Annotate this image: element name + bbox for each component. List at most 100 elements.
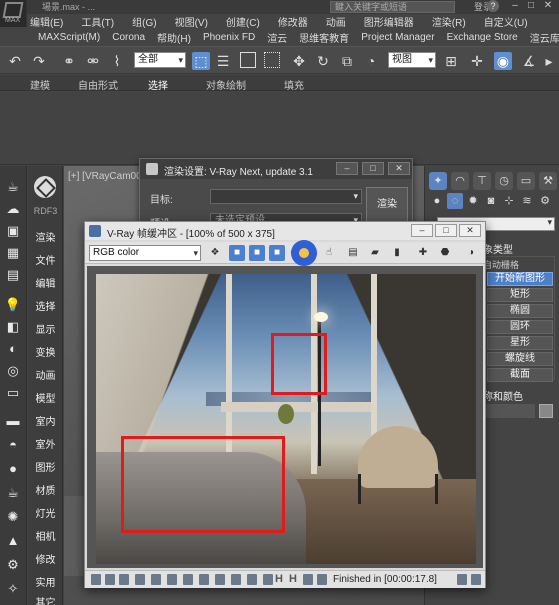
rdf-logo-icon[interactable] [34, 176, 56, 198]
reference-coord-select[interactable]: 视图 [388, 52, 436, 68]
green-channel-icon[interactable]: ■ [249, 245, 265, 261]
plugin-item-modify[interactable]: 修改 [30, 551, 61, 566]
load-icon[interactable]: ▰ [367, 245, 383, 261]
menu-phoenix[interactable]: Phoenix FD [203, 32, 255, 43]
rect-selection-icon[interactable] [240, 52, 256, 68]
status-tool-icon[interactable] [105, 574, 115, 585]
teapot-icon[interactable]: ☕ [4, 178, 22, 196]
place-icon[interactable]: ◔ [362, 52, 380, 70]
create-tab-icon[interactable]: ✦ [429, 172, 447, 190]
status-tool-icon[interactable] [317, 574, 327, 585]
helix-button[interactable]: 螺旋线 [487, 352, 553, 366]
section-button[interactable]: 截面 [487, 368, 553, 382]
fx-icon[interactable]: ✧ [4, 580, 22, 598]
vfb-close-icon[interactable]: ✕ [459, 224, 481, 237]
menu-xuanyun[interactable]: 渲云 [267, 30, 287, 45]
status-tool-icon[interactable] [119, 574, 129, 585]
autogrid-checkbox[interactable]: 自动栅格 [483, 258, 519, 271]
object-color-swatch[interactable] [539, 404, 553, 418]
hierarchy-tab-icon[interactable]: ⊤ [473, 172, 491, 190]
display-tab-icon[interactable]: ▭ [517, 172, 535, 190]
curve-icon[interactable]: ◐ [4, 340, 22, 358]
maximize-icon[interactable]: □ [524, 0, 538, 12]
sun-icon[interactable]: ✺ [4, 508, 22, 526]
search-input[interactable]: 鍵入关键字或短语 [330, 1, 455, 13]
flame-icon[interactable]: ▲ [4, 532, 22, 550]
plugin-item-animation[interactable]: 动画 [30, 367, 61, 382]
menu-xuanyun-lib[interactable]: 渲云库 [530, 30, 559, 45]
selection-filter-select[interactable]: 全部 [134, 52, 186, 68]
status-tool-icon[interactable] [91, 574, 101, 585]
ribbon-tab-populate[interactable]: 填充 [284, 77, 304, 92]
dome-icon[interactable]: ◓ [4, 436, 22, 454]
red-channel-icon[interactable]: ■ [229, 245, 245, 261]
plugin-item-material[interactable]: 材质 [30, 482, 61, 497]
render-setup-maximize-icon[interactable]: □ [362, 162, 384, 175]
plugin-item-model[interactable]: 模型 [30, 390, 61, 405]
render-setup-close-icon[interactable]: ✕ [388, 162, 410, 175]
monitor-icon[interactable]: ▣ [4, 222, 22, 240]
plugin-item-exterior[interactable]: 室外 [30, 436, 61, 451]
ribbon-tab-selection[interactable]: 选择 [148, 77, 168, 92]
status-tool-icon[interactable] [167, 574, 177, 585]
vfb-titlebar[interactable]: V-Ray 帧缓冲区 - [100% of 500 x 375] – □ ✕ [85, 222, 485, 240]
rectangle-button[interactable]: 矩形 [487, 288, 553, 302]
render-last-icon[interactable]: ◑ [463, 245, 479, 261]
start-new-shape-button[interactable]: 开始新图形 [487, 272, 553, 286]
move-icon[interactable]: ✥ [290, 52, 308, 70]
menu-customize[interactable]: 自定义(U) [484, 14, 528, 29]
plugin-item-transform[interactable]: 变换 [30, 344, 61, 359]
ellipse-button[interactable]: 椭圆 [487, 304, 553, 318]
target-select[interactable] [210, 189, 362, 204]
select-by-name-icon[interactable]: ☰ [214, 52, 232, 70]
menu-rendering[interactable]: 渲染(R) [432, 14, 466, 29]
snap-icon[interactable]: ∡ [520, 52, 538, 70]
link-icon[interactable]: ⚭ [60, 52, 78, 70]
shapes-icon[interactable]: ◌ [447, 193, 463, 209]
status-tool-icon[interactable] [183, 574, 193, 585]
undo-icon[interactable]: ↶ [6, 52, 24, 70]
utilities-tab-icon[interactable]: ⚒ [539, 172, 557, 190]
pivot-icon[interactable]: ⊞ [442, 52, 460, 70]
clear-icon[interactable]: ▮ [389, 245, 405, 261]
plugin-item-edit[interactable]: 编辑 [30, 275, 61, 290]
menu-group[interactable]: 组(G) [132, 14, 156, 29]
gear-icon[interactable]: ⚙ [4, 556, 22, 574]
unlink-icon[interactable]: ⚮ [84, 52, 102, 70]
pointer-icon[interactable]: ☝ [321, 245, 337, 261]
plugin-item-file[interactable]: 文件 [30, 252, 61, 267]
teapot2-icon[interactable]: ☕ [4, 484, 22, 502]
ribbon-tab-modeling[interactable]: 建模 [30, 77, 50, 92]
lights-icon[interactable]: ✹ [465, 193, 481, 209]
blue-channel-icon[interactable]: ■ [269, 245, 285, 261]
menu-exchange-store[interactable]: Exchange Store [447, 32, 518, 43]
status-tool-icon[interactable] [263, 574, 273, 585]
status-tool-icon[interactable] [471, 574, 481, 585]
menu-edit[interactable]: 编辑(E) [30, 14, 63, 29]
menu-modifiers[interactable]: 修改器 [278, 14, 308, 29]
app-logo[interactable]: MAX [0, 0, 27, 27]
render-region-icon[interactable]: ✚ [415, 245, 431, 261]
status-tool-icon[interactable] [135, 574, 145, 585]
angle-snap-icon[interactable]: ▸ [540, 52, 558, 70]
status-tool-icon[interactable] [199, 574, 209, 585]
history-h2-icon[interactable]: H [289, 573, 297, 585]
frame-icon[interactable]: ▤ [4, 266, 22, 284]
lens-effects-icon[interactable] [291, 240, 317, 266]
menu-graph-editors[interactable]: 图形编辑器 [364, 14, 414, 29]
plugin-item-shapes[interactable]: 图形 [30, 459, 61, 474]
target-icon[interactable]: ◎ [4, 362, 22, 380]
stop-icon[interactable]: ⬣ [437, 245, 453, 261]
folder-icon[interactable]: ▬ [4, 412, 22, 430]
plugin-item-camera[interactable]: 相机 [30, 528, 61, 543]
select-object-icon[interactable]: ⬚ [192, 52, 210, 70]
ribbon-tab-object-paint[interactable]: 对象绘制 [206, 77, 246, 92]
plugin-item-display[interactable]: 显示 [30, 321, 61, 336]
helpers-icon[interactable]: ⊹ [501, 193, 517, 209]
close-icon[interactable]: ✕ [541, 0, 555, 12]
status-tool-icon[interactable] [231, 574, 241, 585]
menu-views[interactable]: 视图(V) [175, 14, 208, 29]
menu-tools[interactable]: 工具(T) [81, 14, 114, 29]
channel-select[interactable]: RGB color [89, 245, 201, 261]
menu-project-manager[interactable]: Project Manager [361, 32, 434, 43]
